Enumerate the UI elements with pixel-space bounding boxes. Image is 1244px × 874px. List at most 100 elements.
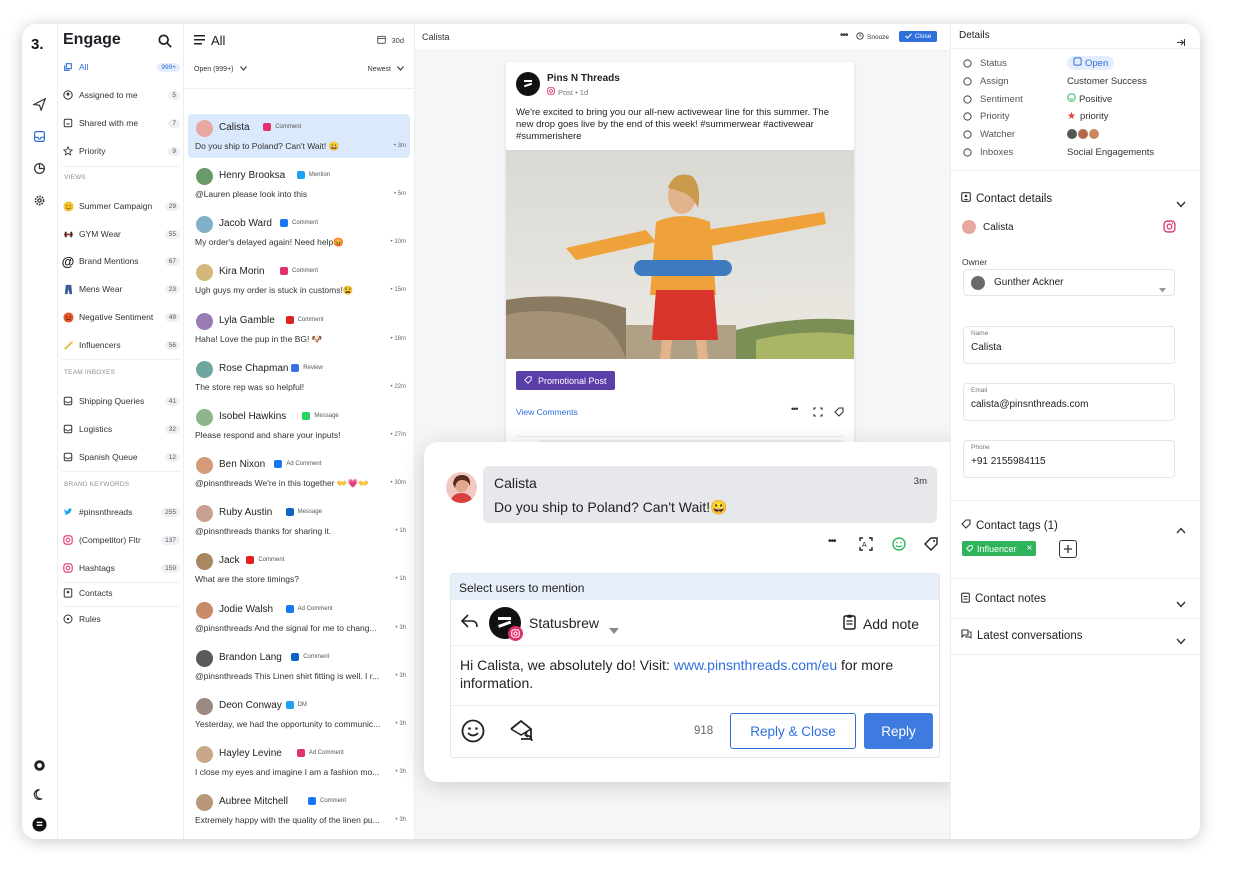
sidebar-item-all[interactable]: All 999+ xyxy=(62,57,180,77)
sidebar-contacts[interactable]: Contacts xyxy=(62,583,180,603)
sidebar-team-logistics[interactable]: Logistics 32 xyxy=(62,419,180,439)
sidebar-view-negative[interactable]: Negative Sentiment 49 xyxy=(62,307,180,327)
hamburger-icon[interactable] xyxy=(194,33,205,48)
phone-field[interactable]: Phone +91 2155984115 xyxy=(963,440,1175,478)
latest-conversations-header[interactable]: Latest conversations xyxy=(961,629,1082,642)
view-comments-link[interactable]: View Comments xyxy=(516,407,578,417)
reply-type-icon[interactable] xyxy=(460,614,478,634)
sort-dropdown[interactable]: Newest xyxy=(368,66,404,73)
detail-row-priority[interactable]: Priority ★ priority xyxy=(962,108,1192,124)
youtube-icon xyxy=(285,316,294,324)
list-item[interactable]: Jodie Walsh Ad Comment @pinsnthreads And t… xyxy=(188,596,410,640)
owner-select[interactable]: Gunther Ackner xyxy=(963,269,1175,296)
list-item[interactable]: Aubree Mitchell Comment Extremely happy wi… xyxy=(188,788,410,832)
list-item[interactable]: Ben Nixon Ad Comment @pinsnthreads We're i… xyxy=(188,451,410,495)
detail-row-watcher[interactable]: Watcher xyxy=(962,126,1192,142)
comment-more-icon[interactable]: ••• xyxy=(828,536,836,547)
search-icon[interactable] xyxy=(158,34,172,48)
account-avatar[interactable] xyxy=(489,607,523,641)
contact-details-header[interactable]: Contact details xyxy=(961,192,1052,205)
owner-label: Owner xyxy=(962,257,988,267)
status-filter-dropdown[interactable]: Open (999+) xyxy=(194,66,247,73)
detail-row-inboxes[interactable]: Inboxes Social Engagements xyxy=(962,144,1192,160)
divider xyxy=(951,578,1200,579)
list-item[interactable]: Ruby Austin Message @pinsnthreads thanks f… xyxy=(188,499,410,543)
sidebar-brand-hashtags[interactable]: Hashtags 159 xyxy=(62,558,180,578)
chevron-down-icon[interactable] xyxy=(1176,595,1186,608)
mention-bar[interactable]: Select users to mention xyxy=(451,574,939,600)
moon-icon[interactable] xyxy=(31,786,47,802)
sidebar-view-summer[interactable]: Summer Campaign 29 xyxy=(62,196,180,216)
add-note-button[interactable]: Add note xyxy=(843,614,919,633)
sidebar-brand-pinsnthreads[interactable]: #pinsnthreads 255 xyxy=(62,502,180,522)
statusbrew-logo[interactable]: 3. xyxy=(31,36,44,53)
brand-icon[interactable] xyxy=(31,816,47,832)
send-icon[interactable] xyxy=(31,96,47,112)
snooze-button[interactable]: Snooze xyxy=(856,32,889,42)
instagram-icon[interactable] xyxy=(1163,220,1176,238)
list-item[interactable]: Jacob Ward Comment My order's delayed agai… xyxy=(188,210,410,254)
saved-replies-icon[interactable] xyxy=(509,719,535,748)
post-more-icon[interactable]: ••• xyxy=(791,404,799,414)
list-item[interactable]: Henry Brooksa Mention @Lauren please look … xyxy=(188,162,410,206)
more-icon[interactable]: ••• xyxy=(840,30,848,41)
translate-icon[interactable]: A xyxy=(859,537,873,556)
list-item[interactable]: Brandon Lang Comment @pinsnthreads This Li… xyxy=(188,644,410,688)
sidebar-view-mens[interactable]: Mens Wear 23 xyxy=(62,279,180,299)
contact-tags-header[interactable]: Contact tags (1) xyxy=(961,519,1058,532)
contact-notes-header[interactable]: Contact notes xyxy=(961,592,1046,606)
help-icon[interactable] xyxy=(31,757,47,773)
sidebar-rules[interactable]: Rules xyxy=(62,609,180,629)
sidebar-team-shipping[interactable]: Shipping Queries 41 xyxy=(62,391,180,411)
inbox-icon[interactable] xyxy=(31,128,47,144)
sidebar-view-brand-mentions[interactable]: @ Brand Mentions 67 xyxy=(62,251,180,271)
divider xyxy=(62,166,180,167)
reply-textarea[interactable]: Hi Calista, we absolutely do! Visit: www… xyxy=(460,656,930,692)
name-field[interactable]: Name Calista xyxy=(963,326,1175,364)
add-tag-button[interactable] xyxy=(1059,540,1077,558)
date-range-button[interactable]: 30d xyxy=(377,35,404,46)
close-conversation-button[interactable]: Close xyxy=(899,31,937,42)
sidebar-item-priority[interactable]: Priority 9 xyxy=(62,141,180,161)
remove-tag-icon[interactable]: × xyxy=(1027,543,1033,554)
reply-link[interactable]: www.pinsnthreads.com/eu xyxy=(674,657,837,673)
list-item[interactable]: Deon Conway DM Yesterday, we had the oppor… xyxy=(188,692,410,736)
sidebar-view-influencers[interactable]: Influencers 56 xyxy=(62,335,180,355)
promotional-post-tag[interactable]: Promotional Post xyxy=(516,371,615,390)
sentiment-icon[interactable] xyxy=(892,537,906,556)
chevron-down-icon[interactable] xyxy=(1176,632,1186,645)
list-item[interactable]: Lyla Gamble Comment Haha! Love the pup in … xyxy=(188,307,410,351)
sidebar-item-shared[interactable]: Shared with me 7 xyxy=(62,113,180,133)
contact-name: Henry Brooksa xyxy=(219,170,286,181)
emoji-picker-icon[interactable] xyxy=(461,719,485,748)
watcher-avatars[interactable] xyxy=(1067,129,1099,139)
list-item[interactable]: Kira Morin Comment Ugh guys my order is st… xyxy=(188,258,410,302)
analytics-icon[interactable] xyxy=(31,160,47,176)
sidebar-item-assigned[interactable]: Assigned to me 5 xyxy=(62,85,180,105)
list-item[interactable]: Jack Comment What are the store timings? • … xyxy=(188,547,410,591)
detail-row-status[interactable]: Status Open xyxy=(962,55,1192,71)
chevron-up-icon[interactable] xyxy=(1176,521,1186,534)
tag-icon[interactable] xyxy=(834,404,844,422)
reply-button[interactable]: Reply xyxy=(864,713,933,749)
list-item[interactable]: Hayley Levine Ad Comment I close my eyes a… xyxy=(188,740,410,784)
account-dropdown-icon[interactable] xyxy=(609,621,619,639)
chevron-down-icon[interactable] xyxy=(1176,195,1186,208)
detail-row-assign[interactable]: Assign Customer Success xyxy=(962,73,1192,89)
account-name[interactable]: Statusbrew xyxy=(529,615,599,631)
reply-close-button[interactable]: Reply & Close xyxy=(730,713,856,749)
list-item[interactable]: Isobel Hawkins Message Please respond and … xyxy=(188,403,410,447)
post-image[interactable] xyxy=(506,150,854,359)
translate-icon[interactable] xyxy=(813,404,823,422)
list-item[interactable]: Calista Comment Do you ship to Poland? Can… xyxy=(188,114,410,158)
detail-row-sentiment[interactable]: Sentiment Positive xyxy=(962,91,1192,107)
tag-icon[interactable] xyxy=(924,537,938,556)
email-field[interactable]: Email calista@pinsnthreads.com xyxy=(963,383,1175,421)
settings-icon[interactable] xyxy=(31,192,47,208)
sidebar-view-gym[interactable]: GYM Wear 55 xyxy=(62,224,180,244)
sidebar-brand-competitor[interactable]: (Competitor) Fitr 137 xyxy=(62,530,180,550)
sidebar-team-spanish[interactable]: Spanish Queue 12 xyxy=(62,447,180,467)
status-badge[interactable]: Open xyxy=(1067,56,1115,70)
list-item[interactable]: Rose Chapman Review The store rep was so h… xyxy=(188,355,410,399)
influencer-tag[interactable]: Influencer × xyxy=(962,541,1037,556)
